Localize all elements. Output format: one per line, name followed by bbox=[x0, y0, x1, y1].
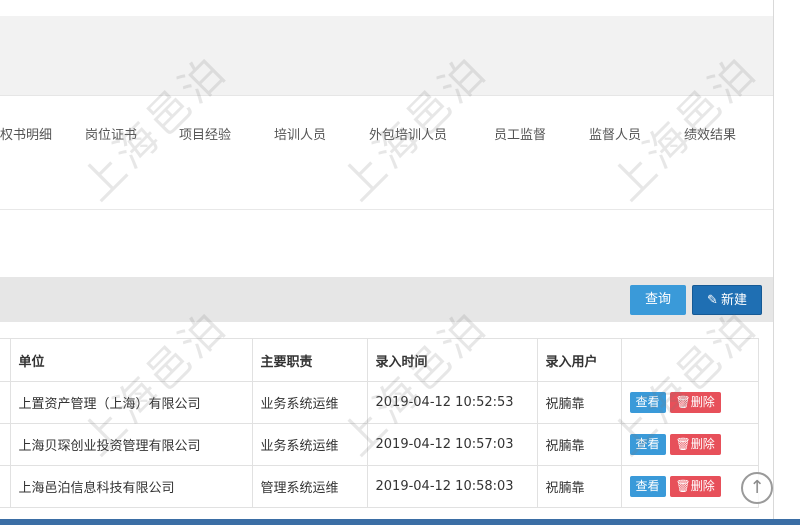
cell-unit: 上海贝琛创业投资管理有限公司 bbox=[9, 423, 253, 466]
header-entry-user[interactable]: 录入用户 bbox=[536, 338, 622, 382]
cell-entry-user: 祝腩靠 bbox=[536, 465, 622, 508]
arrow-up-circle-icon[interactable]: ↑ bbox=[741, 472, 773, 504]
table-row: 上置资产管理（上海）有限公司 业务系统运维 2019-04-12 10:52:5… bbox=[0, 381, 759, 424]
delete-button[interactable]: 🗑删除 bbox=[669, 434, 721, 455]
delete-label: 删除 bbox=[690, 437, 715, 451]
tab-project-experience[interactable]: 项目经验 bbox=[179, 124, 231, 143]
delete-label: 删除 bbox=[690, 395, 715, 409]
cell-actions: 查看 🗑删除 bbox=[620, 465, 759, 508]
tab-employee-supervision[interactable]: 员工监督 bbox=[494, 124, 546, 143]
cell-duty: 管理系统运维 bbox=[251, 465, 368, 508]
tab-post-certificate[interactable]: 岗位证书 bbox=[85, 124, 137, 143]
table-row: 上海贝琛创业投资管理有限公司 业务系统运维 2019-04-12 10:57:0… bbox=[0, 423, 759, 466]
cell-entry-user: 祝腩靠 bbox=[536, 423, 622, 466]
scrollbar[interactable] bbox=[773, 0, 800, 525]
cell-actions: 查看 🗑删除 bbox=[620, 381, 759, 424]
view-button[interactable]: 查看 bbox=[629, 434, 666, 455]
row-edge bbox=[0, 423, 11, 466]
tab-strip: 权书明细 岗位证书 项目经验 培训人员 外包培训人员 员工监督 监督人员 绩效结… bbox=[0, 96, 773, 210]
cell-duty: 业务系统运维 bbox=[251, 381, 368, 424]
view-button[interactable]: 查看 bbox=[629, 476, 666, 497]
tab-performance-results[interactable]: 绩效结果 bbox=[684, 124, 736, 143]
row-edge bbox=[0, 381, 11, 424]
header-unit[interactable]: 单位 bbox=[9, 338, 253, 382]
records-table: 单位 主要职责 录入时间 录入用户 上置资产管理（上海）有限公司 业务系统运维 … bbox=[0, 338, 759, 508]
trash-icon: 🗑 bbox=[675, 395, 691, 409]
header-duty[interactable]: 主要职责 bbox=[251, 338, 368, 382]
query-button[interactable]: 查询 bbox=[630, 285, 686, 315]
header-entry-time[interactable]: 录入时间 bbox=[366, 338, 538, 382]
trash-icon: 🗑 bbox=[675, 437, 691, 451]
header-cell-edge bbox=[0, 338, 11, 382]
view-button[interactable]: 查看 bbox=[629, 392, 666, 413]
tab-certificate-detail[interactable]: 权书明细 bbox=[0, 124, 52, 143]
header-actions bbox=[620, 338, 759, 382]
cell-entry-time: 2019-04-12 10:57:03 bbox=[366, 423, 538, 466]
pencil-icon: ✎ bbox=[707, 293, 718, 308]
cell-entry-user: 祝腩靠 bbox=[536, 381, 622, 424]
tab-supervisors[interactable]: 监督人员 bbox=[589, 124, 641, 143]
window-bottom-border bbox=[0, 519, 800, 525]
tab-trainees[interactable]: 培训人员 bbox=[274, 124, 326, 143]
delete-label: 删除 bbox=[690, 479, 715, 493]
cell-unit: 上置资产管理（上海）有限公司 bbox=[9, 381, 253, 424]
tab-outsourced-trainees[interactable]: 外包培训人员 bbox=[369, 124, 447, 143]
cell-entry-time: 2019-04-12 10:58:03 bbox=[366, 465, 538, 508]
delete-button[interactable]: 🗑删除 bbox=[669, 476, 721, 497]
table-header-row: 单位 主要职责 录入时间 录入用户 bbox=[0, 338, 759, 382]
cell-actions: 查看 🗑删除 bbox=[620, 423, 759, 466]
new-button[interactable]: ✎ 新建 bbox=[692, 285, 762, 315]
delete-button[interactable]: 🗑删除 bbox=[669, 392, 721, 413]
trash-icon: 🗑 bbox=[675, 479, 691, 493]
cell-duty: 业务系统运维 bbox=[251, 423, 368, 466]
header-bar bbox=[0, 16, 773, 96]
new-button-label: 新建 bbox=[720, 293, 747, 308]
table-row: 上海邑泊信息科技有限公司 管理系统运维 2019-04-12 10:58:03 … bbox=[0, 465, 759, 508]
row-edge bbox=[0, 465, 11, 508]
page: 权书明细 岗位证书 项目经验 培训人员 外包培训人员 员工监督 监督人员 绩效结… bbox=[0, 0, 800, 525]
cell-entry-time: 2019-04-12 10:52:53 bbox=[366, 381, 538, 424]
cell-unit: 上海邑泊信息科技有限公司 bbox=[9, 465, 253, 508]
